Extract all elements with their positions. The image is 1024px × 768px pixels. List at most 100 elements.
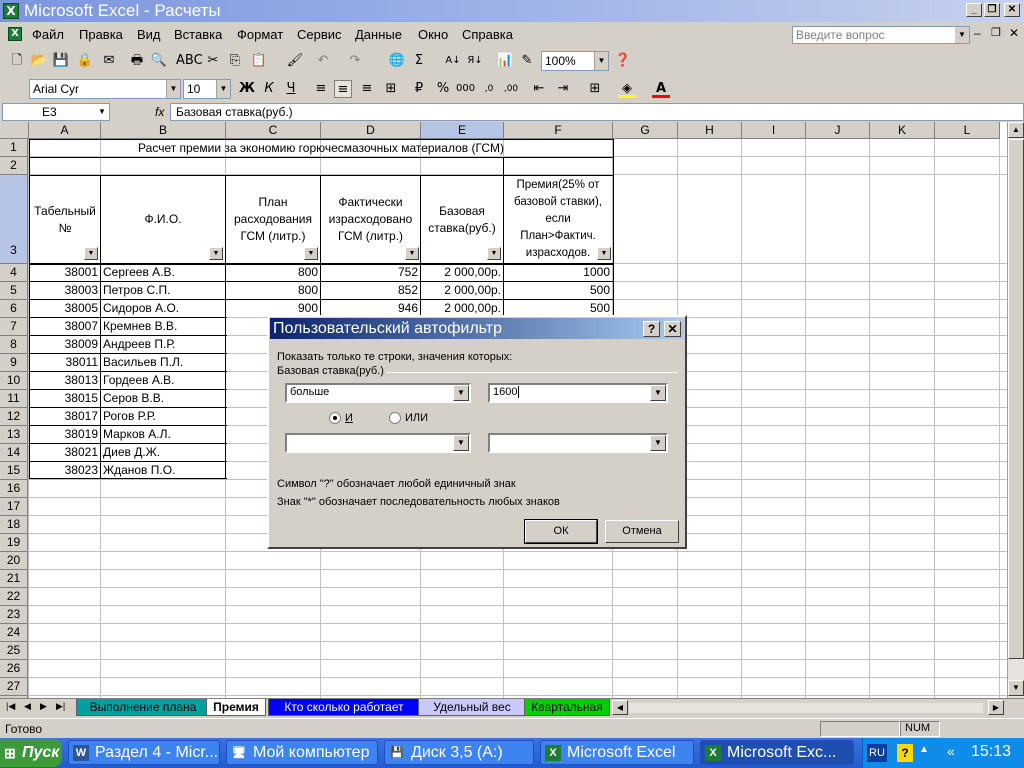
cell-id[interactable]: 38001 bbox=[29, 264, 100, 281]
chevron-down-icon[interactable]: ▼ bbox=[453, 385, 469, 401]
prev-sheet-icon[interactable]: ◀ bbox=[24, 701, 31, 712]
last-sheet-icon[interactable]: ▶| bbox=[56, 701, 65, 712]
cell-name[interactable]: Андреев П.Р. bbox=[101, 336, 225, 353]
format-painter-icon[interactable]: 🖌 bbox=[286, 52, 304, 70]
align-right-icon[interactable]: ≡ bbox=[358, 80, 376, 98]
taskbar-task[interactable]: X Microsoft Excel bbox=[540, 740, 694, 765]
scroll-thumb[interactable] bbox=[1008, 139, 1024, 659]
underline-button[interactable]: Ч bbox=[282, 80, 300, 98]
cell-fact[interactable]: 852 bbox=[321, 282, 420, 299]
first-sheet-icon[interactable]: |◀ bbox=[6, 701, 15, 712]
header-cell-bonus[interactable]: Премия(25% от базовой ставки), если План… bbox=[504, 176, 612, 263]
autofilter-rate-button[interactable]: ▼ bbox=[487, 247, 501, 260]
email-icon[interactable]: ✉ bbox=[100, 52, 118, 70]
cell-id[interactable]: 38017 bbox=[29, 408, 100, 425]
cell-id[interactable]: 38021 bbox=[29, 444, 100, 461]
condition2-value-input[interactable]: ▼ bbox=[488, 433, 668, 453]
row-header-8[interactable]: 8 bbox=[0, 336, 28, 354]
row-header-18[interactable]: 18 bbox=[0, 516, 28, 534]
align-left-icon[interactable]: ≡ bbox=[312, 80, 330, 98]
horizontal-scrollbar-track[interactable] bbox=[629, 703, 983, 713]
menu-file[interactable]: Файл bbox=[32, 27, 64, 42]
decrease-decimal-icon[interactable]: ,00 bbox=[502, 80, 520, 98]
cell-name[interactable]: Петров С.П. bbox=[101, 282, 225, 299]
menu-tools[interactable]: Сервис bbox=[297, 27, 342, 42]
drawing-icon[interactable]: ✎ bbox=[518, 52, 536, 70]
row-header-6[interactable]: 6 bbox=[0, 300, 28, 318]
increase-decimal-icon[interactable]: ,0 bbox=[480, 80, 498, 98]
start-button[interactable]: ⊞ Пуск bbox=[0, 739, 62, 767]
row-header-19[interactable]: 19 bbox=[0, 534, 28, 552]
cell-plan[interactable]: 800 bbox=[226, 282, 320, 299]
undo-icon[interactable]: ↶ bbox=[314, 52, 332, 70]
sheet-tab[interactable]: Кто сколько работает bbox=[268, 699, 420, 716]
row-header-26[interactable]: 26 bbox=[0, 660, 28, 678]
row-header-25[interactable]: 25 bbox=[0, 642, 28, 660]
row-header-11[interactable]: 11 bbox=[0, 390, 28, 408]
chevron-down-icon[interactable]: ▼ bbox=[955, 27, 969, 43]
row-header-21[interactable]: 21 bbox=[0, 570, 28, 588]
column-header-c[interactable]: C bbox=[226, 122, 321, 139]
menu-help[interactable]: Справка bbox=[462, 27, 513, 42]
autofilter-id-button[interactable]: ▼ bbox=[84, 247, 98, 260]
cell-name[interactable]: Кремнев В.В. bbox=[101, 318, 225, 335]
cell-name[interactable]: Диев Д.Ж. bbox=[101, 444, 225, 461]
bold-button[interactable]: Ж bbox=[238, 80, 256, 98]
column-header-b[interactable]: B bbox=[101, 122, 226, 139]
row-header-24[interactable]: 24 bbox=[0, 624, 28, 642]
print-preview-icon[interactable]: 🔍 bbox=[150, 52, 168, 70]
minimize-button[interactable]: _ bbox=[966, 3, 982, 17]
column-header-j[interactable]: J bbox=[806, 122, 870, 139]
row-header-9[interactable]: 9 bbox=[0, 354, 28, 372]
menu-format[interactable]: Формат bbox=[237, 27, 283, 42]
autofilter-bonus-button[interactable]: ▼ bbox=[597, 247, 611, 260]
autofilter-plan-button[interactable]: ▼ bbox=[304, 247, 318, 260]
paste-icon[interactable]: 📋 bbox=[250, 52, 268, 70]
cell-rate[interactable]: 2 000,00р. bbox=[421, 282, 503, 299]
column-header-d[interactable]: D bbox=[321, 122, 421, 139]
tab-scroll-left-icon[interactable]: ◀ bbox=[612, 700, 628, 715]
autofilter-fact-button[interactable]: ▼ bbox=[405, 247, 419, 260]
sheet-title-cell[interactable]: Расчет премии за экономию горючесмазочны… bbox=[30, 139, 612, 157]
font-size-select[interactable]: 10 ▼ bbox=[183, 79, 231, 99]
column-header-g[interactable]: G bbox=[613, 122, 678, 139]
row-header-7[interactable]: 7 bbox=[0, 318, 28, 336]
italic-button[interactable]: К bbox=[260, 80, 278, 98]
row-header-16[interactable]: 16 bbox=[0, 480, 28, 498]
increase-indent-icon[interactable]: ⇥ bbox=[554, 80, 572, 98]
row-header-10[interactable]: 10 bbox=[0, 372, 28, 390]
percent-button[interactable]: % bbox=[434, 80, 452, 98]
thousands-button[interactable]: 000 bbox=[456, 80, 475, 98]
cell-id[interactable]: 38015 bbox=[29, 390, 100, 407]
cell-id[interactable]: 38011 bbox=[29, 354, 100, 371]
taskbar-task[interactable]: W Раздел 4 - Micr... bbox=[68, 740, 220, 765]
volume-icon[interactable]: ▲ bbox=[919, 744, 929, 755]
row-header-2[interactable]: 2 bbox=[0, 157, 28, 175]
currency-icon[interactable]: ₽ bbox=[410, 80, 428, 98]
zoom-select[interactable]: 100% ▼ bbox=[541, 51, 609, 71]
column-header-l[interactable]: L bbox=[935, 122, 1000, 139]
column-header-h[interactable]: H bbox=[678, 122, 742, 139]
row-header-14[interactable]: 14 bbox=[0, 444, 28, 462]
condition1-operator-select[interactable]: больше ▼ bbox=[285, 383, 471, 403]
menu-window[interactable]: Окно bbox=[418, 27, 448, 42]
dialog-close-button[interactable]: ✕ bbox=[664, 321, 681, 337]
row-header-15[interactable]: 15 bbox=[0, 462, 28, 480]
or-radio[interactable] bbox=[389, 412, 401, 424]
help-tray-icon[interactable]: ? bbox=[897, 744, 913, 762]
restore-button[interactable]: ❐ bbox=[984, 3, 1000, 17]
cell-fact[interactable]: 752 bbox=[321, 264, 420, 281]
condition2-operator-select[interactable]: ▼ bbox=[285, 433, 471, 453]
cut-icon[interactable]: ✂ bbox=[204, 52, 222, 70]
row-header-4[interactable]: 4 bbox=[0, 264, 28, 282]
condition1-value-input[interactable]: 1600 ▼ bbox=[488, 383, 668, 403]
menu-data[interactable]: Данные bbox=[355, 27, 402, 42]
excel-icon[interactable]: X bbox=[3, 3, 19, 19]
name-box[interactable]: E3 ▼ bbox=[2, 103, 110, 121]
cell-name[interactable]: Марков А.Л. bbox=[101, 426, 225, 443]
chart-wizard-icon[interactable]: 📊 bbox=[496, 52, 514, 70]
dialog-help-button[interactable]: ? bbox=[643, 321, 660, 337]
cell-bonus[interactable]: 1000 bbox=[504, 264, 612, 281]
doc-close-button[interactable]: ✕ bbox=[1009, 26, 1019, 40]
font-name-select[interactable]: Arial Cyr ▼ bbox=[29, 79, 181, 99]
